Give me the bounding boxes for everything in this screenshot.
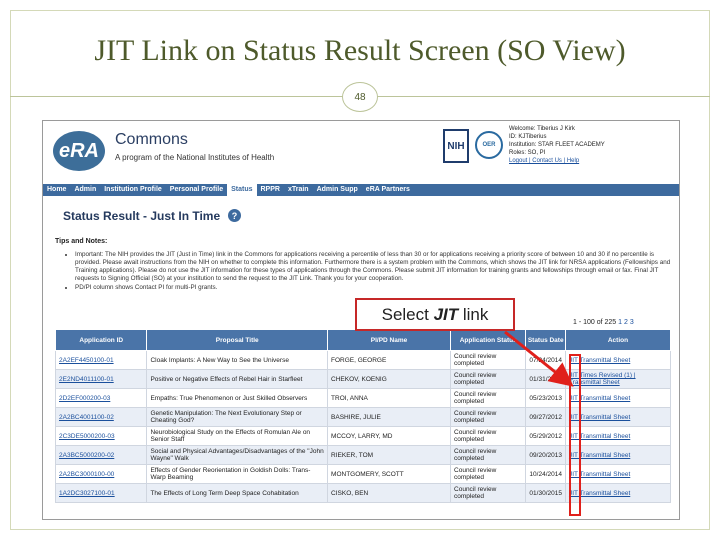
- status-date: 09/20/2013: [525, 445, 566, 465]
- nav-admin-supp[interactable]: Admin Supp: [313, 184, 362, 196]
- jit-action-link[interactable]: JIT Transmittal Sheet: [564, 350, 672, 370]
- application-id-link[interactable]: 1A2DC3027100-01: [54, 483, 148, 503]
- jit-action-link[interactable]: JIT Transmittal Sheet: [564, 407, 672, 427]
- proposal-title: Positive or Negative Effects of Rebel Ha…: [146, 369, 329, 389]
- application-status: Council review completed: [450, 350, 527, 370]
- tip-pdpi: PD/PI column shows Contact PI for multi-…: [75, 284, 671, 292]
- application-status: Council review completed: [450, 407, 527, 427]
- jit-action-link[interactable]: JIT Transmittal Sheet: [564, 388, 672, 408]
- jit-column-highlight: [569, 354, 581, 516]
- jit-action-link[interactable]: JIT Times Revised (1) | Transmittal Shee…: [564, 369, 672, 389]
- user-roles: Roles: SO, PI: [509, 150, 546, 156]
- application-status: Council review completed: [450, 388, 527, 408]
- status-date: 05/23/2013: [525, 388, 566, 408]
- status-date: 10/24/2014: [525, 464, 566, 484]
- nav-home[interactable]: Home: [43, 184, 70, 196]
- proposal-title: Genetic Manipulation: The Next Evolution…: [146, 407, 329, 427]
- era-logo-text: eRA: [58, 139, 99, 162]
- nav-personal-profile[interactable]: Personal Profile: [166, 184, 227, 196]
- jit-action-link[interactable]: JIT Transmittal Sheet: [564, 464, 672, 484]
- application-id-link[interactable]: 2E2ND4011100-01: [54, 369, 148, 389]
- pi-name: FORGE, GEORGE: [327, 350, 452, 370]
- status-date: 05/29/2012: [525, 426, 566, 446]
- tips-list: Important: The NIH provides the JIT (Jus…: [65, 251, 671, 293]
- pi-name: CHEKOV, KOENIG: [327, 369, 452, 389]
- user-id: ID: KJTiberius: [509, 134, 547, 140]
- col-status-date[interactable]: Status Date: [525, 329, 566, 351]
- nav-rppr[interactable]: RPPR: [257, 184, 284, 196]
- status-date: 01/31/2014: [525, 369, 566, 389]
- application-status: Council review completed: [450, 445, 527, 465]
- annotation-callout: Select JIT link: [355, 298, 515, 331]
- proposal-title: Empaths: True Phenomenon or Just Skilled…: [146, 388, 329, 408]
- col-action: Action: [564, 329, 672, 351]
- proposal-title: Cloak Implants: A New Way to See the Uni…: [146, 350, 329, 370]
- table-header-row: Application ID Proposal Title PI/PD Name…: [54, 329, 672, 351]
- application-id-link[interactable]: 2A3BC5000200-02: [54, 445, 148, 465]
- nih-logo: NIH: [443, 129, 469, 163]
- application-id-link[interactable]: 2A2EF4450100-01: [54, 350, 148, 370]
- pagination-range: 1 - 100 of 225: [573, 319, 617, 326]
- page-heading: Status Result - Just In Time: [63, 209, 221, 223]
- application-id-link[interactable]: 2A2BC3000100-00: [54, 464, 148, 484]
- nav-era-partners[interactable]: eRA Partners: [362, 184, 414, 196]
- pi-name: MCCOY, LARRY, MD: [327, 426, 452, 446]
- jit-action-link[interactable]: JIT Transmittal Sheet: [564, 445, 672, 465]
- application-id-link[interactable]: 2C3DE5000200-03: [54, 426, 148, 446]
- user-info: Welcome: Tiberius J Kirk ID: KJTiberius …: [509, 125, 679, 165]
- commons-header: eRA Commons A program of the National In…: [43, 121, 679, 181]
- application-status: Council review completed: [450, 369, 527, 389]
- application-status: Council review completed: [450, 426, 527, 446]
- user-welcome: Welcome: Tiberius J Kirk: [509, 126, 575, 132]
- status-date: 09/27/2012: [525, 407, 566, 427]
- application-id-link[interactable]: 2D2EF000200-03: [54, 388, 148, 408]
- proposal-title: The Effects of Long Term Deep Space Coha…: [146, 483, 329, 503]
- slide-title: JIT Link on Status Result Screen (SO Vie…: [94, 34, 626, 67]
- nav-institution-profile[interactable]: Institution Profile: [100, 184, 166, 196]
- nav-status[interactable]: Status: [227, 184, 257, 196]
- user-links[interactable]: Logout | Contact Us | Help: [509, 157, 679, 165]
- pi-name: BASHIRE, JULIE: [327, 407, 452, 427]
- pi-name: TROI, ANNA: [327, 388, 452, 408]
- nav-xtrain[interactable]: xTrain: [284, 184, 313, 196]
- proposal-title: Neurobiological Study on the Effects of …: [146, 426, 329, 446]
- annotation-emphasis: JIT: [433, 304, 459, 324]
- pagination: 1 - 100 of 225 1 2 3: [573, 319, 634, 326]
- application-id-link[interactable]: 2A2BC4001100-02: [54, 407, 148, 427]
- application-status: Council review completed: [450, 464, 527, 484]
- user-institution: Institution: STAR FLEET ACADEMY: [509, 142, 605, 148]
- col-pi-name[interactable]: PI/PD Name: [327, 329, 452, 351]
- nav-admin[interactable]: Admin: [70, 184, 100, 196]
- jit-action-link[interactable]: JIT Transmittal Sheet: [564, 426, 672, 446]
- status-date: 01/30/2015: [525, 483, 566, 503]
- pagination-pages[interactable]: 1 2 3: [618, 319, 634, 326]
- app-name: Commons: [115, 131, 188, 148]
- col-application-status[interactable]: Application Status: [450, 329, 527, 351]
- screenshot-panel: eRA Commons A program of the National In…: [42, 120, 680, 520]
- annotation-prefix: Select: [381, 304, 434, 324]
- era-logo: eRA: [53, 131, 105, 171]
- annotation-suffix: link: [458, 304, 489, 324]
- jit-action-link[interactable]: JIT Transmittal Sheet: [564, 483, 672, 503]
- col-proposal-title[interactable]: Proposal Title: [146, 329, 329, 351]
- oer-logo: OER: [475, 131, 503, 159]
- proposal-title: Effects of Gender Reorientation in Goldi…: [146, 464, 329, 484]
- pi-name: RIEKER, TOM: [327, 445, 452, 465]
- application-status: Council review completed: [450, 483, 527, 503]
- proposal-title: Social and Physical Advantages/Disadvant…: [146, 445, 329, 465]
- slide-page-number: 48: [342, 82, 378, 112]
- status-date: 07/24/2014: [525, 350, 566, 370]
- tips-title: Tips and Notes:: [55, 238, 108, 245]
- help-icon[interactable]: ?: [228, 209, 241, 222]
- app-subtitle: A program of the National Institutes of …: [115, 153, 275, 162]
- col-application-id[interactable]: Application ID: [54, 329, 148, 351]
- tip-important: Important: The NIH provides the JIT (Jus…: [75, 251, 671, 283]
- pi-name: CISKO, BEN: [327, 483, 452, 503]
- pi-name: MONTGOMERY, SCOTT: [327, 464, 452, 484]
- main-nav: Home Admin Institution Profile Personal …: [43, 184, 679, 196]
